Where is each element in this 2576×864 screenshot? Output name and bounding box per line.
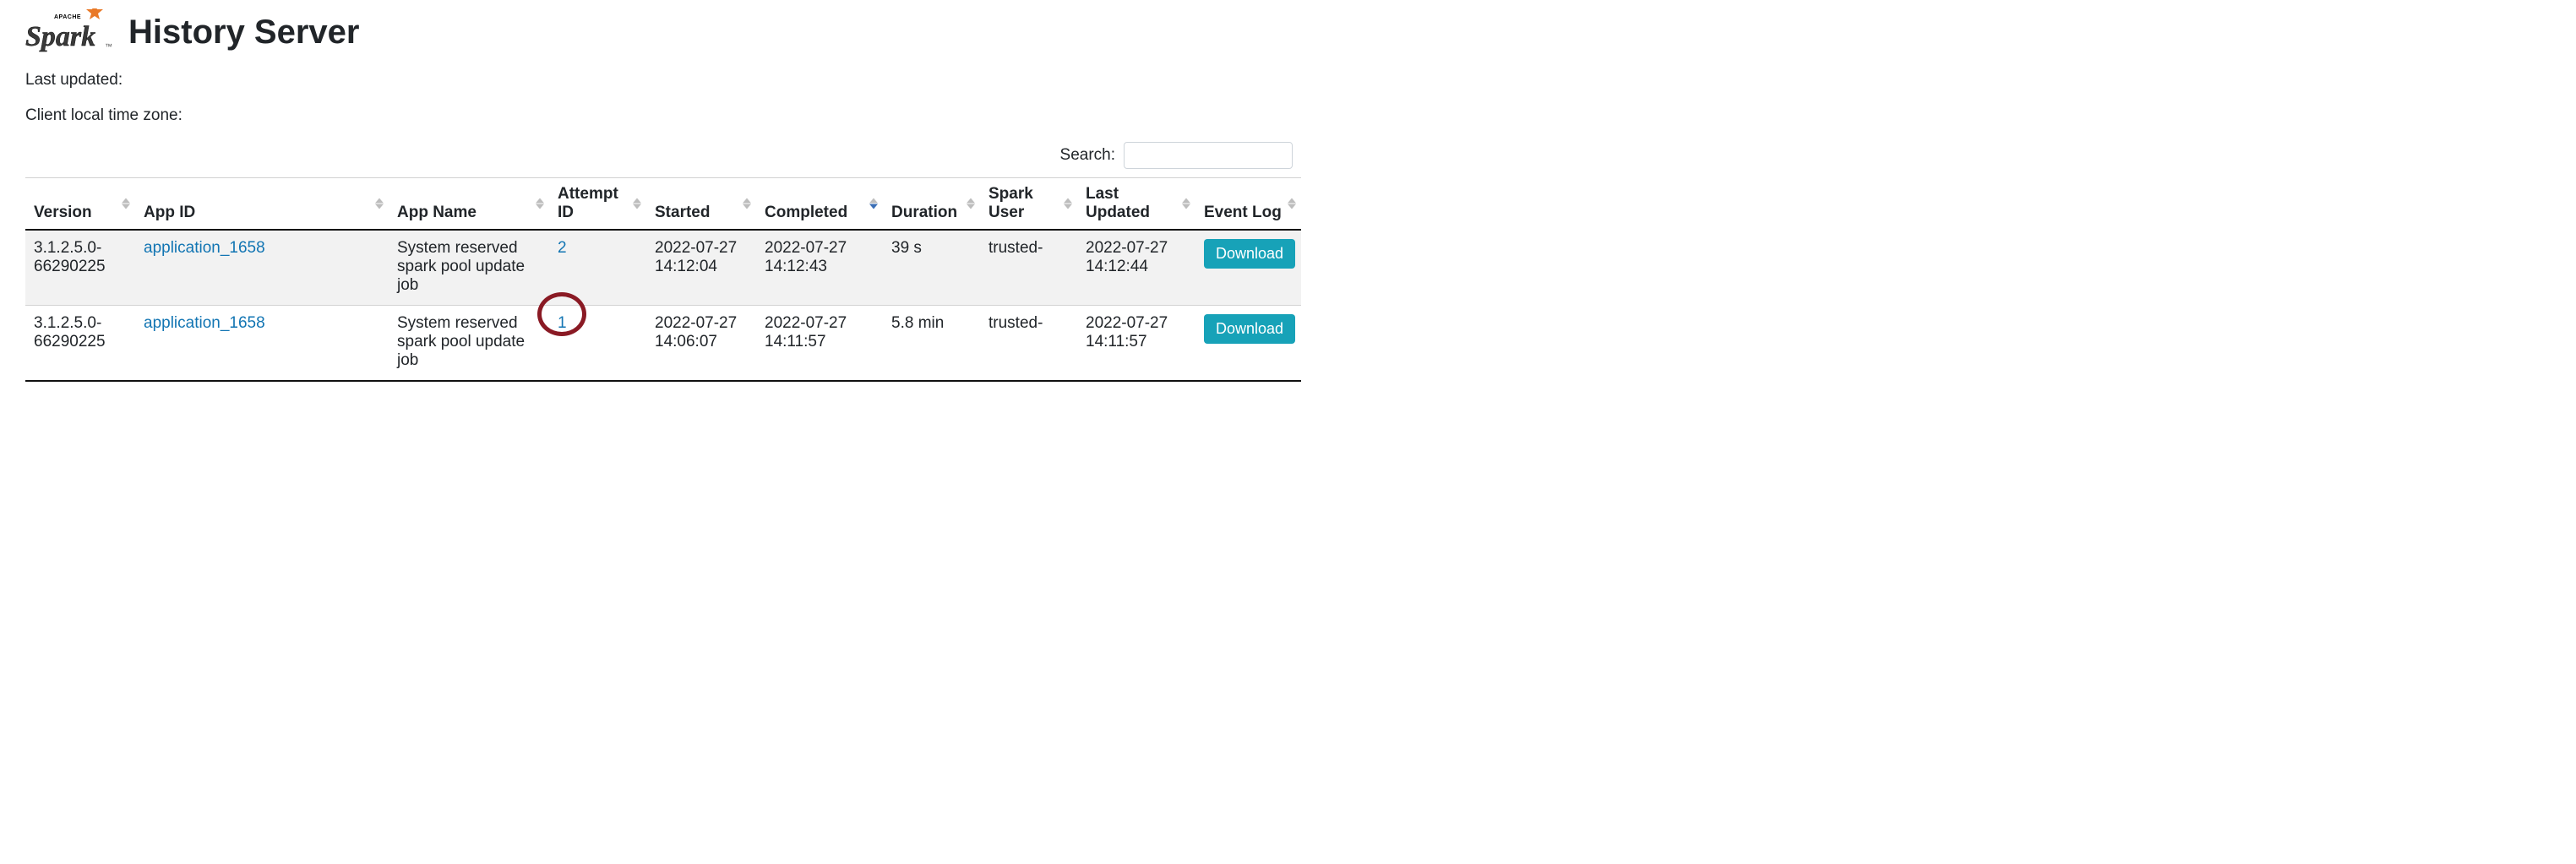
col-header-app-id[interactable]: App ID [135,178,389,231]
page-header: APACHE Spark ™ History Server [25,8,1293,56]
cell-version: 3.1.2.5.0-66290225 [25,306,135,382]
sort-icon [536,198,544,209]
sort-icon [967,198,975,209]
sort-icon [375,198,384,209]
col-header-spark-user[interactable]: Spark User [980,178,1077,231]
cell-app-id: application_1658 [135,230,389,306]
cell-app-id: application_1658 [135,306,389,382]
col-header-spark-user-label: Spark User [988,185,1033,221]
cell-last-updated: 2022-07-27 14:11:57 [1077,306,1195,382]
page-title: History Server [128,14,359,52]
col-header-started-label: Started [655,204,710,221]
col-header-duration-label: Duration [891,204,957,221]
last-updated-label: Last updated: [25,71,1293,90]
client-tz-label: Client local time zone: [25,106,1293,125]
svg-text:Spark: Spark [25,21,95,52]
attempt-id-link[interactable]: 2 [558,239,567,257]
app-id-link[interactable]: application_1658 [144,314,265,332]
search-row: Search: [25,142,1293,169]
cell-attempt-id: 1 [549,306,646,382]
table-row: 3.1.2.5.0-66290225 application_1658 System… [25,230,1301,306]
sort-icon [1288,198,1296,209]
cell-app-name: System reserved spark pool update job [389,230,549,306]
cell-version: 3.1.2.5.0-66290225 [25,230,135,306]
download-button[interactable]: Download [1204,314,1295,344]
cell-spark-user: trusted- [980,306,1077,382]
col-header-version[interactable]: Version [25,178,135,231]
app-id-link[interactable]: application_1658 [144,239,265,257]
sort-icon [1064,198,1072,209]
col-header-version-label: Version [34,204,92,221]
cell-started: 2022-07-27 14:06:07 [646,306,756,382]
col-header-event-log-label: Event Log [1204,204,1282,221]
cell-event-log: Download [1195,230,1301,306]
cell-completed: 2022-07-27 14:12:43 [756,230,883,306]
sort-icon [1182,198,1190,209]
col-header-attempt-id-label: Attempt ID [558,185,618,221]
applications-table: Version App ID App Name [25,177,1301,382]
cell-completed: 2022-07-27 14:11:57 [756,306,883,382]
spark-logo: APACHE Spark ™ [25,8,113,56]
sort-icon [122,198,130,209]
cell-spark-user: trusted- [980,230,1077,306]
cell-attempt-id: 2 [549,230,646,306]
download-button[interactable]: Download [1204,239,1295,269]
search-input[interactable] [1124,142,1293,169]
col-header-completed-label: Completed [765,204,847,221]
col-header-completed[interactable]: Completed [756,178,883,231]
col-header-attempt-id[interactable]: Attempt ID [549,178,646,231]
sort-icon [869,198,878,209]
search-label: Search: [1060,146,1115,165]
sort-icon [743,198,751,209]
col-header-app-name-label: App Name [397,204,477,221]
cell-started: 2022-07-27 14:12:04 [646,230,756,306]
cell-duration: 39 s [883,230,980,306]
cell-last-updated: 2022-07-27 14:12:44 [1077,230,1195,306]
svg-text:APACHE: APACHE [54,14,81,20]
attempt-id-link[interactable]: 1 [558,314,567,332]
col-header-started[interactable]: Started [646,178,756,231]
col-header-app-name[interactable]: App Name [389,178,549,231]
cell-duration: 5.8 min [883,306,980,382]
col-header-app-id-label: App ID [144,204,195,221]
col-header-duration[interactable]: Duration [883,178,980,231]
col-header-last-updated[interactable]: Last Updated [1077,178,1195,231]
table-row: 3.1.2.5.0-66290225 application_1658 System… [25,306,1301,382]
sort-icon [633,198,641,209]
cell-app-name: System reserved spark pool update job [389,306,549,382]
col-header-event-log[interactable]: Event Log [1195,178,1301,231]
cell-event-log: Download [1195,306,1301,382]
svg-text:™: ™ [105,42,112,51]
col-header-last-updated-label: Last Updated [1086,185,1150,221]
